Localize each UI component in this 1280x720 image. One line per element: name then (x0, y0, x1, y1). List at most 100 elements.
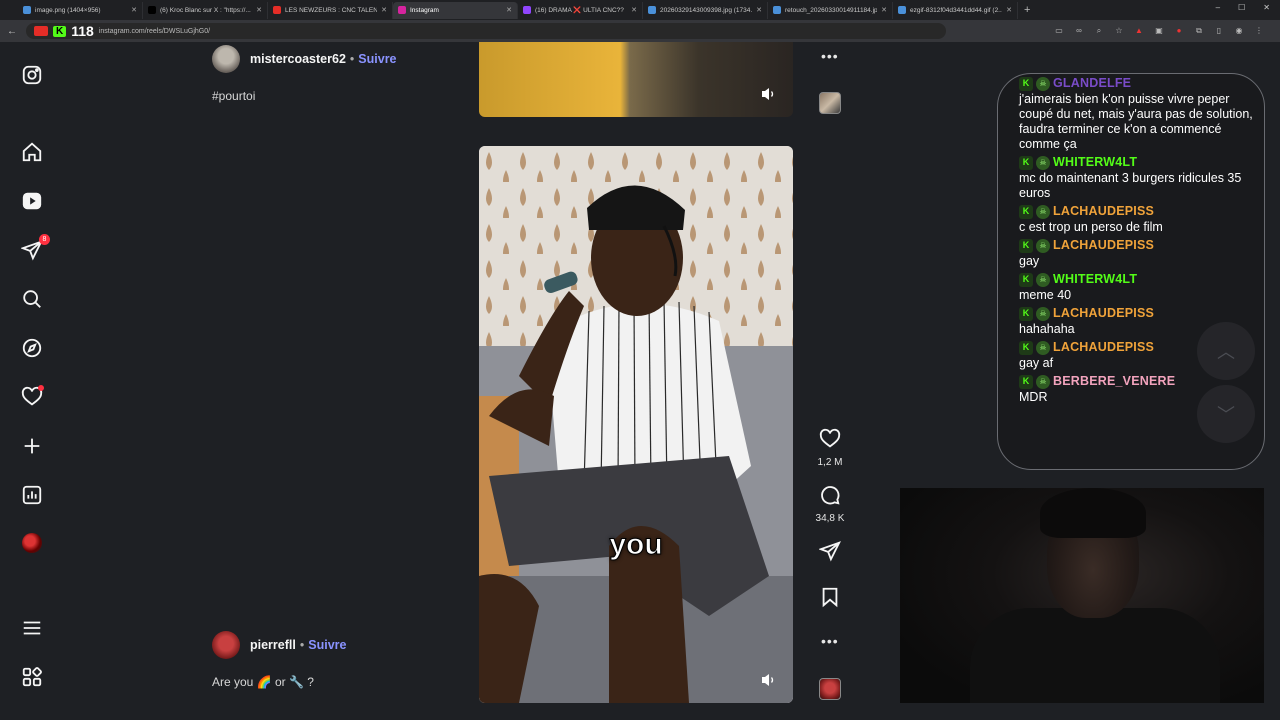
chat-username[interactable]: WHITERW4LT (1053, 272, 1137, 287)
url-field[interactable]: K 118 instagram.com/reels/DWSLuGjhG0/ (26, 23, 946, 39)
tab-close-icon[interactable]: ✕ (381, 6, 387, 14)
bookmark-icon[interactable] (819, 586, 841, 608)
volume-icon[interactable] (761, 87, 777, 101)
username[interactable]: pierrefll (250, 638, 296, 652)
apps-grid-icon[interactable] (20, 665, 44, 689)
post-caption[interactable]: #pourtoi (212, 89, 255, 103)
browser-tab[interactable]: LES NEWZEURS : CNC TALENT... ✕ (268, 1, 393, 19)
skull-badge-icon: ☠ (1036, 155, 1050, 170)
explore-icon[interactable] (20, 336, 44, 360)
tab-title: retouch_20260330014911184.jp (785, 6, 878, 14)
chat-message: K ☠ LACHAUDEPISS c est trop un perso de fil… (1019, 204, 1259, 235)
browser-tab[interactable]: Instagram ✕ (393, 1, 518, 19)
glasses-icon[interactable]: ∞ (1074, 26, 1084, 36)
star-icon[interactable]: ☆ (1114, 26, 1124, 36)
chevron-down-icon[interactable]: ﹀ (1197, 385, 1255, 443)
video-subtitle: you (609, 528, 663, 562)
notifications-heart-icon[interactable] (20, 385, 44, 409)
more-menu-icon[interactable] (20, 616, 44, 640)
new-tab-button[interactable]: + (1024, 4, 1030, 16)
tab-close-icon[interactable]: ✕ (256, 6, 262, 14)
create-plus-icon[interactable] (20, 434, 44, 458)
sidebar: 8 (0, 42, 64, 720)
chat-message-header: K ☠ GLANDELFE (1019, 76, 1259, 91)
profile-avatar[interactable] (22, 533, 42, 553)
zoom-icon[interactable]: ⌕ (1094, 26, 1104, 36)
chat-username[interactable]: BERBERE_VENERE (1053, 374, 1175, 389)
follow-button[interactable]: Suivre (308, 638, 346, 652)
reel-video-previous[interactable] (479, 42, 793, 117)
home-icon[interactable] (20, 140, 44, 164)
post-caption[interactable]: Are you 🌈 or 🔧 ? (212, 675, 314, 689)
chat-username[interactable]: LACHAUDEPISS (1053, 238, 1154, 253)
extension-red-icon[interactable]: ▲ (1134, 26, 1144, 36)
follow-button[interactable]: Suivre (358, 52, 396, 66)
dashboard-icon[interactable] (20, 483, 44, 507)
volume-icon[interactable] (761, 673, 777, 687)
address-bar-row: ← K 118 instagram.com/reels/DWSLuGjhG0/ … (0, 20, 1280, 42)
tab-close-icon[interactable]: ✕ (506, 6, 512, 14)
like-count: 1,2 M (817, 457, 843, 468)
tab-title: (6) Kroc Blanc sur X : "https://... (160, 6, 251, 14)
tab-close-icon[interactable]: ✕ (631, 6, 637, 14)
sidepanel-icon[interactable]: ▯ (1214, 26, 1224, 36)
chat-username[interactable]: LACHAUDEPISS (1053, 204, 1154, 219)
chat-message: K ☠ GLANDELFE j'aimerais bien k'on puisse v… (1019, 76, 1259, 152)
audio-thumbnail[interactable] (819, 92, 841, 114)
chat-username[interactable]: GLANDELFE (1053, 76, 1131, 91)
maximize-icon[interactable]: ☐ (1238, 3, 1245, 12)
separator-dot: • (349, 52, 355, 66)
back-icon[interactable]: ← (6, 26, 18, 37)
chat-message-header: K ☠ LACHAUDEPISS (1019, 238, 1259, 253)
instagram-logo-icon[interactable] (20, 63, 44, 87)
streamer-hair (1040, 488, 1146, 538)
browser-tab[interactable]: retouch_20260330014911184.jp ✕ (768, 1, 893, 19)
tab-title: ezgif-8312f04d3441dd44.gif (2... (910, 6, 1003, 14)
reels-icon[interactable] (20, 189, 44, 213)
chat-message-text: mc do maintenant 3 burgers ridicules 35 … (1019, 171, 1242, 200)
skull-badge-icon: ☠ (1036, 340, 1050, 355)
more-options-icon[interactable]: ••• (821, 48, 839, 64)
search-icon[interactable] (20, 287, 44, 311)
tab-title: LES NEWZEURS : CNC TALENT... (285, 6, 378, 14)
close-window-icon[interactable]: ✕ (1263, 3, 1270, 12)
extension-rec-icon[interactable]: ● (1174, 26, 1184, 36)
minimize-icon[interactable]: – (1216, 3, 1220, 12)
tab-close-icon[interactable]: ✕ (131, 6, 137, 14)
separator-dot: • (299, 638, 305, 652)
skull-badge-icon: ☠ (1036, 306, 1050, 321)
avatar[interactable] (212, 45, 240, 73)
comment-icon[interactable] (819, 484, 841, 506)
heart-icon[interactable] (819, 428, 841, 450)
menu-kebab-icon[interactable]: ⋮ (1254, 26, 1264, 36)
chat-username[interactable]: LACHAUDEPISS (1053, 306, 1154, 321)
more-options-icon[interactable]: ••• (821, 633, 839, 649)
kick-badge-icon: K (1019, 340, 1033, 355)
tab-favicon-icon (398, 6, 406, 14)
puzzle-icon[interactable]: ⧉ (1194, 26, 1204, 36)
messages-icon[interactable]: 8 (20, 234, 50, 262)
username[interactable]: mistercoaster62 (250, 52, 346, 66)
reel-video-main[interactable]: you (479, 146, 793, 703)
browser-tab[interactable]: ezgif-8312f04d3441dd44.gif (2... ✕ (893, 1, 1018, 19)
chevron-up-icon[interactable]: ︿ (1197, 322, 1255, 380)
browser-tab[interactable]: image.png (1404×956) ✕ (18, 1, 143, 19)
tab-close-icon[interactable]: ✕ (756, 6, 762, 14)
stream-chat-overlay: K ☠ GLANDELFE j'aimerais bien k'on puisse v… (997, 73, 1265, 470)
post-header-top: mistercoaster62 • Suivre (212, 45, 397, 73)
audio-thumbnail[interactable] (819, 678, 841, 700)
avatar[interactable] (212, 631, 240, 659)
tab-close-icon[interactable]: ✕ (1006, 6, 1012, 14)
browser-tab[interactable]: (6) Kroc Blanc sur X : "https://... ✕ (143, 1, 268, 19)
browser-tab[interactable]: 20260329143009398.jpg (1734... ✕ (643, 1, 768, 19)
chat-username[interactable]: WHITERW4LT (1053, 155, 1137, 170)
cast-icon[interactable]: ▭ (1054, 26, 1064, 36)
tab-favicon-icon (773, 6, 781, 14)
profile-icon[interactable]: ◉ (1234, 26, 1244, 36)
tab-close-icon[interactable]: ✕ (881, 6, 887, 14)
chat-username[interactable]: LACHAUDEPISS (1053, 340, 1154, 355)
browser-tab[interactable]: (16) DRAMA ❌ ULTIA CNC?? ✕ (518, 1, 643, 19)
extension-icon[interactable]: ▣ (1154, 26, 1164, 36)
tab-favicon-icon (648, 6, 656, 14)
share-icon[interactable] (818, 540, 841, 562)
